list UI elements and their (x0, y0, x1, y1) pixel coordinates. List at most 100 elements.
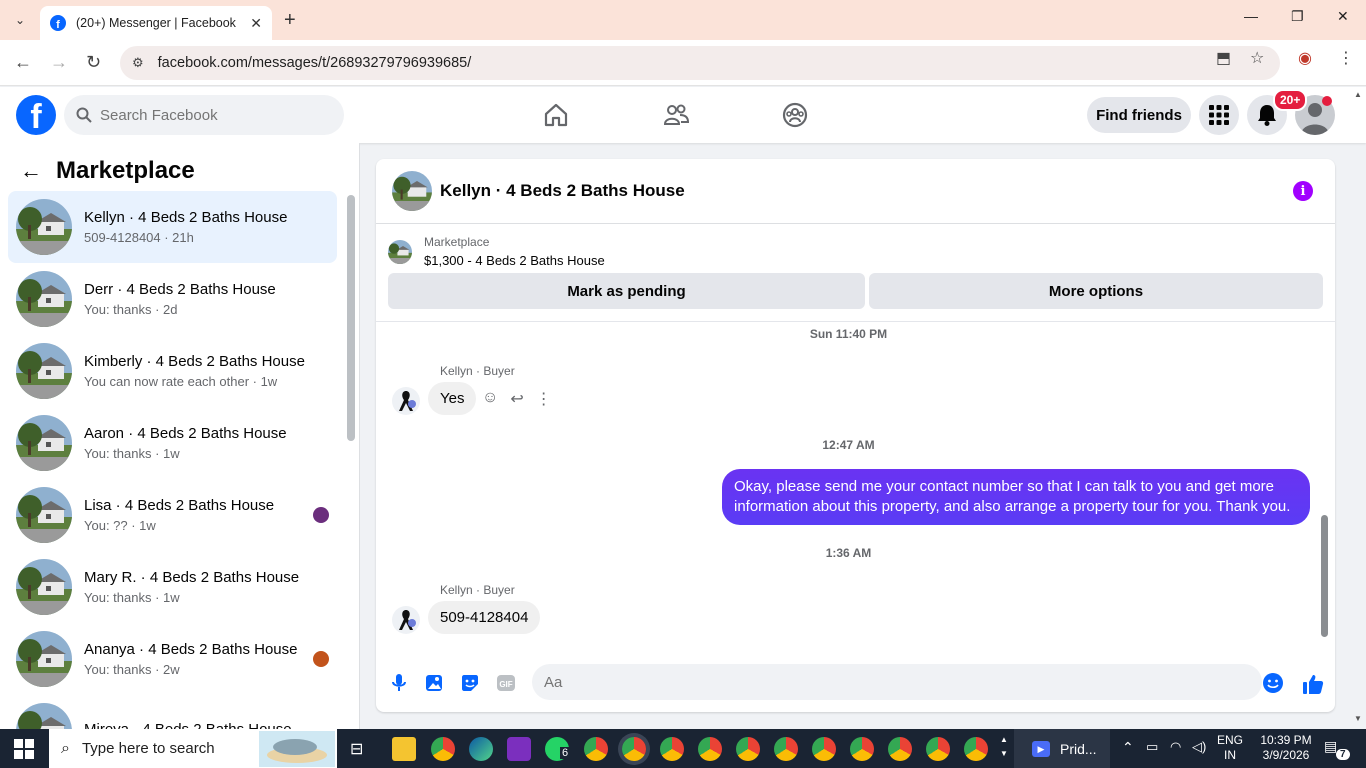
chrome-profile-icon[interactable] (850, 737, 874, 761)
listing-card[interactable]: Marketplace $1,300 - 4 Beds 2 Baths Hous… (388, 235, 605, 268)
media-widget[interactable]: ▶ Prid... (1014, 729, 1110, 768)
bookmark-star-icon[interactable]: ☆ (1250, 48, 1264, 68)
find-friends-button[interactable]: Find friends (1087, 97, 1191, 133)
conversation-item[interactable]: Mary R. · 4 Beds 2 Baths House You: thank… (8, 551, 337, 623)
minimize-icon[interactable]: — (1244, 8, 1258, 24)
url-text: facebook.com/messages/t/2689327979693968… (157, 55, 472, 71)
incoming-message[interactable]: 509-4128404 (428, 601, 541, 634)
visual-studio-icon[interactable] (507, 737, 531, 761)
taskbar-search[interactable]: ⌕ Type here to search (49, 729, 337, 768)
microphone-icon[interactable] (388, 672, 410, 694)
file-explorer-icon[interactable] (392, 737, 416, 761)
mark-as-pending-button[interactable]: Mark as pending (388, 273, 865, 309)
thumbs-up-icon[interactable] (1301, 672, 1325, 696)
profile-icon[interactable]: ◉ (1298, 48, 1312, 68)
new-tab-plus-icon[interactable]: + (284, 9, 296, 32)
page-scroll-up-icon[interactable]: ▲ (1354, 90, 1362, 99)
task-view-icon[interactable]: ⊟ (350, 739, 363, 759)
chrome-profile-icon[interactable] (888, 737, 912, 761)
photo-icon[interactable] (423, 672, 445, 694)
clock[interactable]: 10:39 PM 3/9/2026 (1254, 733, 1318, 763)
reply-icon[interactable]: ↩ (510, 389, 523, 409)
info-icon[interactable]: i (1293, 181, 1313, 201)
more-options-button[interactable]: More options (869, 273, 1323, 309)
chrome-icon[interactable] (431, 737, 455, 761)
chrome-profile-icon[interactable] (774, 737, 798, 761)
account-alert-dot (1322, 96, 1332, 106)
conversation-item[interactable]: Ananya · 4 Beds 2 Baths House You: thanks… (8, 623, 337, 695)
conversation-name: Aaron · 4 Beds 2 Baths House (84, 425, 287, 442)
reload-icon[interactable]: ↻ (86, 52, 101, 73)
page-scroll-down-icon[interactable]: ▼ (1354, 714, 1362, 723)
forward-icon[interactable]: → (50, 52, 68, 73)
chrome-profile-active-icon[interactable] (622, 737, 646, 761)
message-actions: ☺ ↩ ⋮ (482, 389, 552, 409)
conversation-list-panel: ← Marketplace Kellyn · 4 Beds 2 Baths Ho… (0, 143, 360, 729)
sender-avatar[interactable] (392, 387, 420, 415)
tab-close-icon[interactable]: ✕ (250, 15, 262, 32)
chat-panel: Kellyn · 4 Beds 2 Baths House i Marketpl… (376, 159, 1335, 712)
more-actions-icon[interactable]: ⋮ (536, 389, 552, 409)
chrome-profile-icon[interactable] (736, 737, 760, 761)
notification-count: 7 (1336, 749, 1350, 760)
conversation-name: Kellyn · 4 Beds 2 Baths House (84, 209, 288, 226)
restore-icon[interactable]: ❐ (1291, 8, 1304, 25)
emoji-icon[interactable] (1262, 672, 1284, 694)
gif-icon[interactable]: GIF (495, 672, 517, 694)
react-emoji-icon[interactable]: ☺ (482, 389, 498, 409)
facebook-search[interactable] (64, 95, 344, 135)
wifi-icon[interactable]: ◠ (1170, 739, 1181, 755)
sender-avatar[interactable] (392, 606, 420, 634)
search-input[interactable] (100, 106, 320, 124)
chrome-profile-icon[interactable] (584, 737, 608, 761)
conversation-item[interactable]: Derr · 4 Beds 2 Baths House You: thanks ·… (8, 263, 337, 335)
message-sender: Kellyn · Buyer (440, 364, 515, 378)
language-indicator[interactable]: ENG IN (1214, 733, 1246, 763)
conversation-item[interactable]: Kellyn · 4 Beds 2 Baths House 509-4128404… (8, 191, 337, 263)
conversation-preview: You: thanks · 2w (84, 662, 180, 677)
conversation-item[interactable]: Aaron · 4 Beds 2 Baths House You: thanks … (8, 407, 337, 479)
taskbar-overflow-icon[interactable]: ▲ ▼ (1000, 733, 1008, 761)
tray-expand-icon[interactable]: ⌃ (1122, 739, 1134, 756)
message-input[interactable] (532, 664, 1262, 700)
chrome-profile-icon[interactable] (698, 737, 722, 761)
conversation-item[interactable]: Kimberly · 4 Beds 2 Baths House You can n… (8, 335, 337, 407)
address-bar[interactable]: ⚙ facebook.com/messages/t/26893279796939… (120, 46, 1280, 80)
site-info-icon[interactable]: ⚙ (132, 55, 144, 71)
listing-thumbnail (16, 343, 72, 399)
conversation-name: Lisa · 4 Beds 2 Baths House (84, 497, 275, 514)
incoming-message[interactable]: Yes (428, 382, 477, 415)
home-icon[interactable] (542, 101, 570, 129)
menu-grid-button[interactable] (1199, 95, 1239, 135)
back-icon[interactable]: ← (14, 52, 32, 73)
outgoing-message[interactable]: Okay, please send me your contact number… (722, 469, 1310, 525)
chrome-profile-icon[interactable] (964, 737, 988, 761)
notification-badge: 20+ (1273, 89, 1308, 111)
edge-icon[interactable] (469, 737, 493, 761)
browser-tab-messenger[interactable]: f (20+) Messenger | Facebook ✕ (40, 6, 272, 40)
window-close-icon[interactable]: ✕ (1337, 8, 1349, 25)
chrome-profile-icon[interactable] (812, 737, 836, 761)
tab-search-chevron-icon[interactable]: ⌄ (8, 8, 32, 32)
listing-thumbnail (16, 271, 72, 327)
conversation-item[interactable]: Mireya · 4 Beds 2 Baths House (8, 695, 337, 729)
browser-menu-icon[interactable]: ⋮ (1338, 48, 1354, 68)
volume-icon[interactable]: ◁) (1192, 739, 1206, 755)
windows-start-icon[interactable] (14, 739, 34, 759)
chrome-profile-icon[interactable] (926, 737, 950, 761)
install-app-icon[interactable]: ⬒ (1216, 48, 1231, 68)
windows-taskbar: ⌕ Type here to search ⊟ 6 ▲ ▼ ▶ Prid... ⌃… (0, 729, 1366, 768)
chat-scrollbar[interactable] (1321, 515, 1328, 637)
panel-title: Marketplace (56, 157, 195, 184)
friends-icon[interactable] (662, 101, 690, 129)
chrome-profile-icon[interactable] (660, 737, 684, 761)
seen-avatar (313, 507, 329, 523)
sidebar-scrollbar[interactable] (347, 195, 355, 441)
sticker-icon[interactable] (459, 672, 481, 694)
groups-icon[interactable] (781, 101, 809, 129)
listing-thumbnail[interactable] (392, 171, 432, 211)
battery-icon[interactable]: ▭ (1146, 739, 1158, 755)
facebook-logo-icon[interactable]: f (16, 95, 56, 135)
conversation-item[interactable]: Lisa · 4 Beds 2 Baths House You: ?? · 1w (8, 479, 337, 551)
back-arrow-icon[interactable]: ← (20, 158, 42, 184)
